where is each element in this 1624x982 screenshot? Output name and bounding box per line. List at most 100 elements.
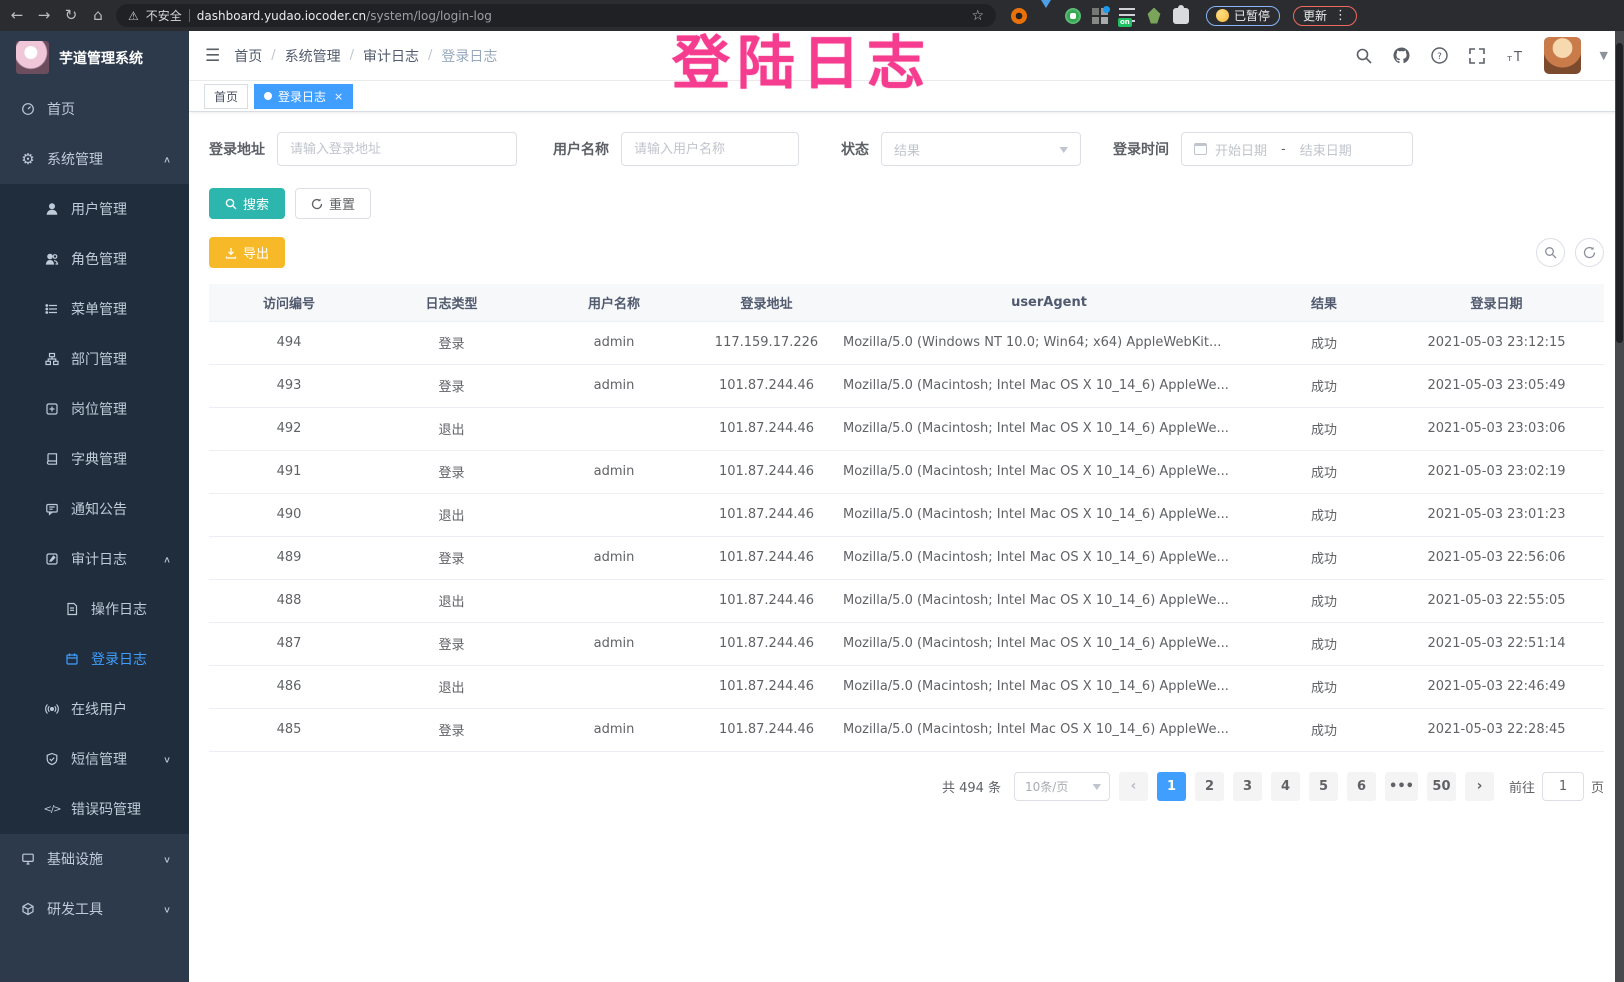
column-header-日志类型: 日志类型	[369, 284, 534, 321]
sidebar-item-操作日志[interactable]: 操作日志	[0, 584, 189, 634]
prev-page-button[interactable]: ‹	[1119, 772, 1148, 801]
cell-登录日期: 2021-05-03 23:05:49	[1389, 364, 1604, 407]
tag-登录日志[interactable]: 登录日志×	[254, 84, 353, 109]
sidebar-item-审计日志[interactable]: 审计日志∧	[0, 534, 189, 584]
home-icon[interactable]: ⌂	[89, 8, 107, 23]
cell-日志类型: 退出	[369, 407, 534, 450]
cell-日志类型: 退出	[369, 493, 534, 536]
close-icon[interactable]: ×	[334, 90, 343, 103]
address-bar[interactable]: ⚠ 不安全 dashboard.yudao.iocoder.cn/system/…	[116, 4, 996, 27]
puzzle-extensions-icon[interactable]	[1173, 8, 1189, 24]
page-button-3[interactable]: 3	[1233, 772, 1262, 801]
page-button-4[interactable]: 4	[1271, 772, 1300, 801]
sidebar-item-基础设施[interactable]: 基础设施∨	[0, 834, 189, 884]
cell-登录日期: 2021-05-03 23:03:06	[1389, 407, 1604, 450]
goto-page-input[interactable]	[1542, 772, 1584, 801]
page-button-50[interactable]: 50	[1427, 772, 1456, 801]
scrollbar[interactable]	[1615, 31, 1624, 982]
page-button-2[interactable]: 2	[1195, 772, 1224, 801]
github-icon[interactable]	[1392, 46, 1411, 65]
chevron-down-icon: ∨	[163, 754, 171, 764]
forward-icon[interactable]: →	[35, 8, 53, 23]
sidebar-item-label: 通知公告	[71, 499, 127, 519]
status-select[interactable]: 结果 ▼	[881, 132, 1081, 166]
cell-访问编号: 488	[209, 579, 369, 622]
toggle-search-button[interactable]	[1536, 238, 1565, 267]
reload-icon[interactable]: ↻	[62, 8, 80, 23]
chevron-down-icon[interactable]: ▼	[1600, 49, 1608, 62]
export-button[interactable]: 导出	[209, 237, 285, 268]
page-button-1[interactable]: 1	[1157, 772, 1186, 801]
sidebar-item-角色管理[interactable]: 角色管理	[0, 234, 189, 284]
reset-button[interactable]: 重置	[295, 188, 371, 219]
cell-用户名称: admin	[534, 321, 694, 364]
breadcrumb-item-系统管理[interactable]: 系统管理	[285, 46, 341, 66]
breadcrumb-item-首页[interactable]: 首页	[234, 46, 262, 66]
page-button-5[interactable]: 5	[1309, 772, 1338, 801]
app-logo	[16, 41, 49, 74]
gem-extension-icon[interactable]	[1038, 8, 1054, 24]
search-button[interactable]: 搜索	[209, 188, 285, 219]
cell-结果: 成功	[1259, 407, 1389, 450]
sidebar-item-错误码管理[interactable]: </>错误码管理	[0, 784, 189, 834]
cell-登录地址: 101.87.244.46	[694, 665, 839, 708]
list-extension-icon[interactable]: on	[1119, 8, 1135, 24]
help-icon[interactable]: ?	[1430, 46, 1449, 65]
cell-登录日期: 2021-05-03 22:56:06	[1389, 536, 1604, 579]
cell-登录地址: 101.87.244.46	[694, 450, 839, 493]
sidebar-item-用户管理[interactable]: 用户管理	[0, 184, 189, 234]
browser-menu-icon[interactable]: ⋮	[1334, 8, 1347, 23]
tag-首页[interactable]: 首页	[204, 84, 248, 109]
cell-登录日期: 2021-05-03 22:46:49	[1389, 665, 1604, 708]
grid-extension-icon[interactable]	[1092, 8, 1108, 24]
search-icon[interactable]	[1355, 47, 1373, 65]
cell-登录地址: 101.87.244.46	[694, 622, 839, 665]
login-address-input[interactable]	[277, 132, 517, 166]
app-title: 芋道管理系统	[59, 48, 143, 68]
svg-text:?: ?	[1437, 52, 1442, 62]
browser-chrome: ← → ↻ ⌂ ⚠ 不安全 dashboard.yudao.iocoder.cn…	[0, 0, 1624, 31]
orange-extension-icon[interactable]	[1011, 8, 1027, 24]
page-size-select[interactable]: 10条/页 ▼	[1014, 772, 1110, 801]
bookmark-star-icon[interactable]: ☆	[971, 8, 984, 24]
back-icon[interactable]: ←	[8, 8, 26, 23]
cell-日志类型: 登录	[369, 708, 534, 751]
sidebar-item-label: 系统管理	[47, 149, 103, 169]
sidebar-item-岗位管理[interactable]: 岗位管理	[0, 384, 189, 434]
cell-登录地址: 101.87.244.46	[694, 364, 839, 407]
cell-日志类型: 退出	[369, 665, 534, 708]
sidebar-item-字典管理[interactable]: 字典管理	[0, 434, 189, 484]
sidebar-item-在线用户[interactable]: 在线用户	[0, 684, 189, 734]
sidebar-item-菜单管理[interactable]: 菜单管理	[0, 284, 189, 334]
next-page-button[interactable]: ›	[1465, 772, 1494, 801]
more-pages-button[interactable]: •••	[1385, 772, 1418, 801]
user-avatar[interactable]	[1544, 37, 1581, 74]
font-size-icon[interactable]: тT	[1505, 47, 1525, 65]
cell-访问编号: 487	[209, 622, 369, 665]
profile-paused-badge[interactable]: 已暂停	[1206, 6, 1280, 26]
user-icon	[44, 202, 60, 216]
fullscreen-icon[interactable]	[1468, 47, 1486, 65]
sidebar-item-通知公告[interactable]: 通知公告	[0, 484, 189, 534]
page-button-6[interactable]: 6	[1347, 772, 1376, 801]
plant-extension-icon[interactable]	[1146, 8, 1162, 24]
date-range-picker[interactable]: 开始日期 - 结束日期	[1181, 132, 1413, 166]
refresh-table-button[interactable]	[1575, 238, 1604, 267]
active-tag-dot	[264, 92, 272, 100]
sidebar-item-研发工具[interactable]: 研发工具∨	[0, 884, 189, 934]
svg-text:T: T	[1513, 50, 1522, 65]
dashboard-icon	[20, 102, 36, 116]
sidebar-item-短信管理[interactable]: 短信管理∨	[0, 734, 189, 784]
update-button[interactable]: 更新 ⋮	[1293, 6, 1357, 26]
sidebar-item-登录日志[interactable]: 登录日志	[0, 634, 189, 684]
scrollbar-thumb[interactable]	[1616, 43, 1623, 343]
sidebar-item-系统管理[interactable]: ⚙系统管理∧	[0, 134, 189, 184]
sidebar-item-label: 审计日志	[71, 549, 127, 569]
sidebar-item-首页[interactable]: 首页	[0, 84, 189, 134]
sidebar-item-部门管理[interactable]: 部门管理	[0, 334, 189, 384]
breadcrumb-item-审计日志[interactable]: 审计日志	[363, 46, 419, 66]
green-extension-icon[interactable]	[1065, 8, 1081, 24]
cell-userAgent: Mozilla/5.0 (Macintosh; Intel Mac OS X 1…	[839, 407, 1259, 450]
username-input[interactable]	[621, 132, 799, 166]
sidebar-toggle-icon[interactable]: ☰	[205, 46, 220, 66]
